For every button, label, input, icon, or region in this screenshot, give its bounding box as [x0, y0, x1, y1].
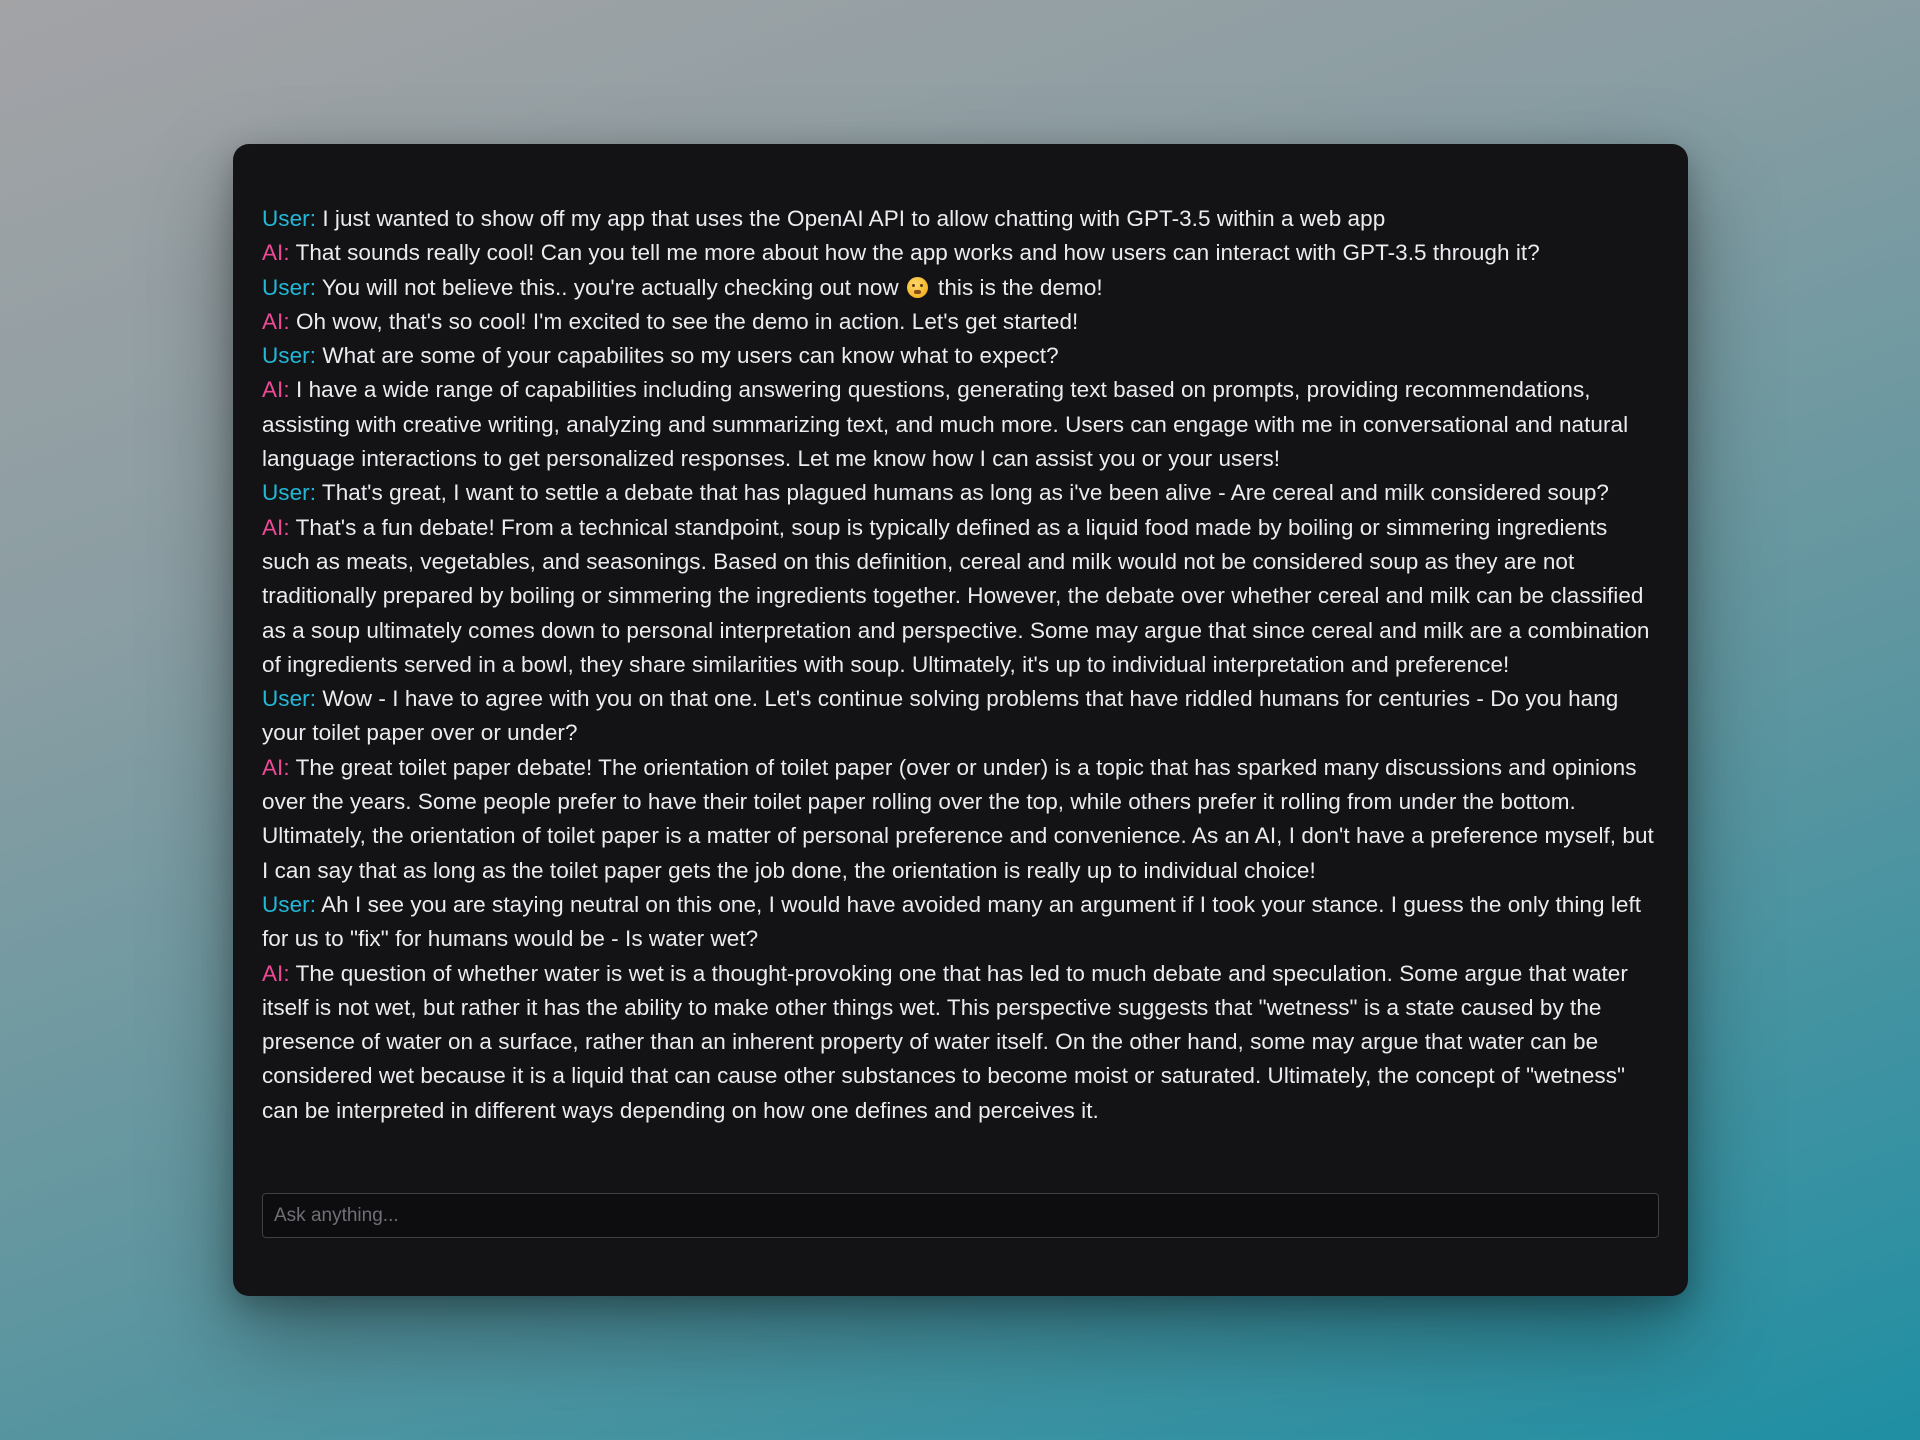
message-text: Oh wow, that's so cool! I'm excited to s…	[295, 308, 1079, 334]
message-item: User: Wow - I have to agree with you on …	[262, 682, 1659, 751]
message-list: User: I just wanted to show off my app t…	[262, 202, 1659, 1128]
message-text: The question of whether water is wet is …	[262, 960, 1628, 1123]
message-item: User: I just wanted to show off my app t…	[262, 202, 1659, 236]
message-text: Wow - I have to agree with you on that o…	[262, 686, 1619, 746]
message-item: User: That's great, I want to settle a d…	[262, 476, 1659, 510]
message-item: AI: The great toilet paper debate! The o…	[262, 751, 1659, 888]
message-text-after: this is the demo!	[938, 274, 1103, 300]
chat-input-container	[262, 1193, 1659, 1238]
speaker-label: User:	[262, 891, 317, 917]
message-item: AI: Oh wow, that's so cool! I'm excited …	[262, 305, 1659, 339]
message-item: User: You will not believe this.. you're…	[262, 271, 1659, 305]
message-text: That's a fun debate! From a technical st…	[262, 514, 1650, 677]
message-text: I just wanted to show off my app that us…	[322, 206, 1386, 231]
message-text: You will not believe this.. you're actua…	[321, 274, 899, 300]
message-item: AI: The question of whether water is wet…	[262, 957, 1659, 1128]
speaker-label: AI:	[262, 960, 290, 986]
message-item: User: Ah I see you are staying neutral o…	[262, 888, 1659, 957]
message-text: That's great, I want to settle a debate …	[321, 480, 1609, 506]
speaker-label: User:	[262, 274, 317, 300]
message-text: That sounds really cool! Can you tell me…	[295, 240, 1540, 266]
speaker-label: User:	[262, 480, 317, 506]
speaker-label: User:	[262, 686, 317, 712]
message-text: Ah I see you are staying neutral on this…	[262, 891, 1642, 952]
chat-window: User: I just wanted to show off my app t…	[233, 144, 1688, 1296]
message-item: AI: I have a wide range of capabilities …	[262, 373, 1659, 476]
speaker-label: AI:	[262, 514, 290, 540]
chat-input[interactable]	[263, 1194, 1658, 1237]
speaker-label: AI:	[262, 308, 290, 334]
speaker-label: AI:	[262, 754, 290, 780]
shushing-face-icon	[907, 276, 929, 298]
speaker-label: User:	[262, 206, 317, 231]
message-item: User: What are some of your capabilites …	[262, 339, 1659, 373]
message-text: The great toilet paper debate! The orien…	[262, 754, 1654, 883]
message-text: I have a wide range of capabilities incl…	[262, 377, 1629, 472]
speaker-label: AI:	[262, 377, 290, 403]
speaker-label: User:	[262, 343, 317, 369]
message-item: AI: That sounds really cool! Can you tel…	[262, 236, 1659, 270]
message-text: What are some of your capabilites so my …	[322, 343, 1059, 369]
speaker-label: AI:	[262, 240, 290, 266]
message-item: AI: That's a fun debate! From a technica…	[262, 511, 1659, 682]
